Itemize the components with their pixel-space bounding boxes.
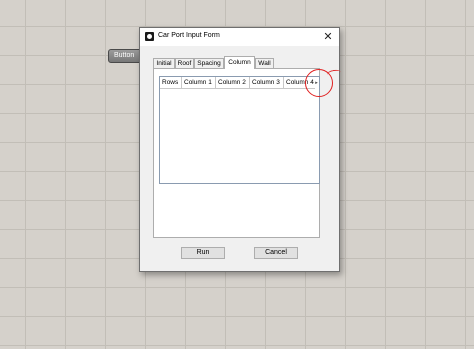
tab-wall[interactable]: Wall bbox=[255, 58, 274, 68]
dialog-title: Car Port Input Form bbox=[158, 32, 220, 39]
grid-header-row: Rows Column 1 Column 2 Column 3 Column 4… bbox=[160, 77, 319, 89]
tab-roof[interactable]: Roof bbox=[175, 58, 194, 68]
tab-initial[interactable]: Initial bbox=[153, 58, 175, 68]
grid-header-rows[interactable]: Rows bbox=[160, 77, 182, 89]
tab-column[interactable]: Column bbox=[224, 56, 255, 69]
grid-header-column-3[interactable]: Column 3 bbox=[250, 77, 284, 89]
canvas-button-label: Button bbox=[114, 52, 135, 59]
close-icon[interactable]: ✕ bbox=[321, 29, 335, 45]
grid-header-column-1[interactable]: Column 1 bbox=[182, 77, 216, 89]
run-button[interactable]: Run bbox=[181, 247, 225, 259]
column-grid[interactable]: Rows Column 1 Column 2 Column 3 Column 4… bbox=[159, 76, 320, 184]
column-tab-panel: Rows Column 1 Column 2 Column 3 Column 4… bbox=[153, 68, 320, 238]
title-bar[interactable]: Car Port Input Form ✕ bbox=[140, 28, 339, 46]
tab-spacing[interactable]: Spacing bbox=[194, 58, 224, 68]
grid-header-column-2[interactable]: Column 2 bbox=[216, 77, 250, 89]
cancel-button[interactable]: Cancel bbox=[254, 247, 298, 259]
app-icon bbox=[145, 32, 154, 41]
car-port-dialog: Car Port Input Form ✕ Initial Roof Spaci… bbox=[139, 27, 340, 272]
